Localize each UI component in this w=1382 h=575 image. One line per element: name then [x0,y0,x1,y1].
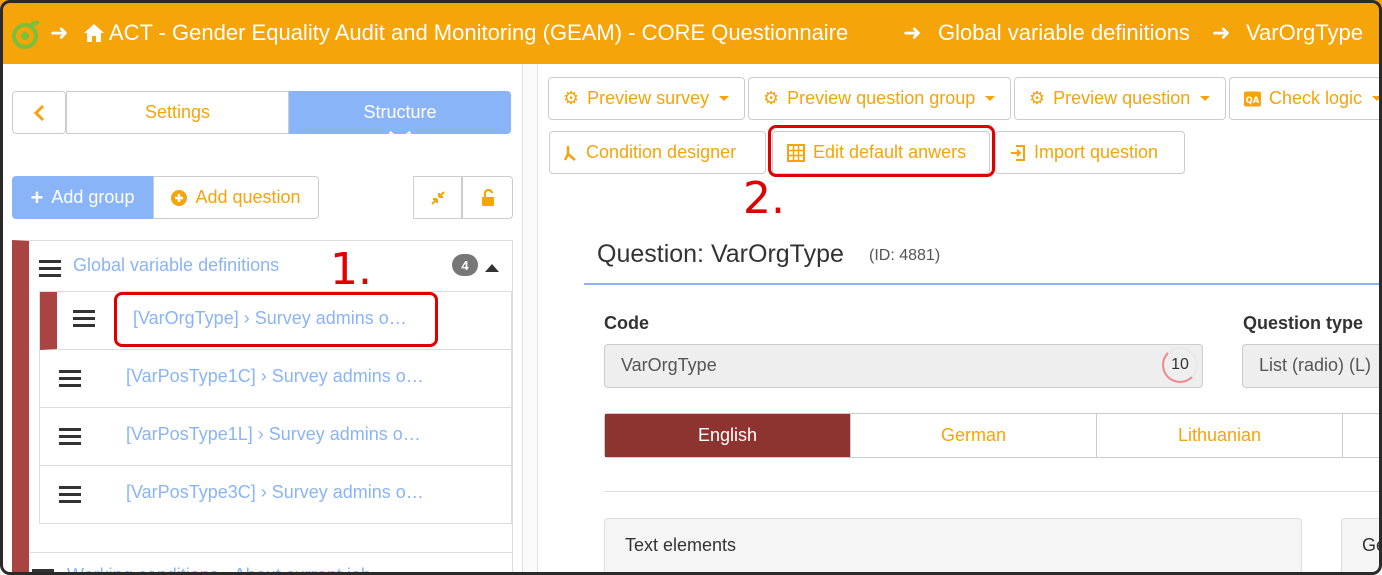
window-frame [0,0,1382,575]
